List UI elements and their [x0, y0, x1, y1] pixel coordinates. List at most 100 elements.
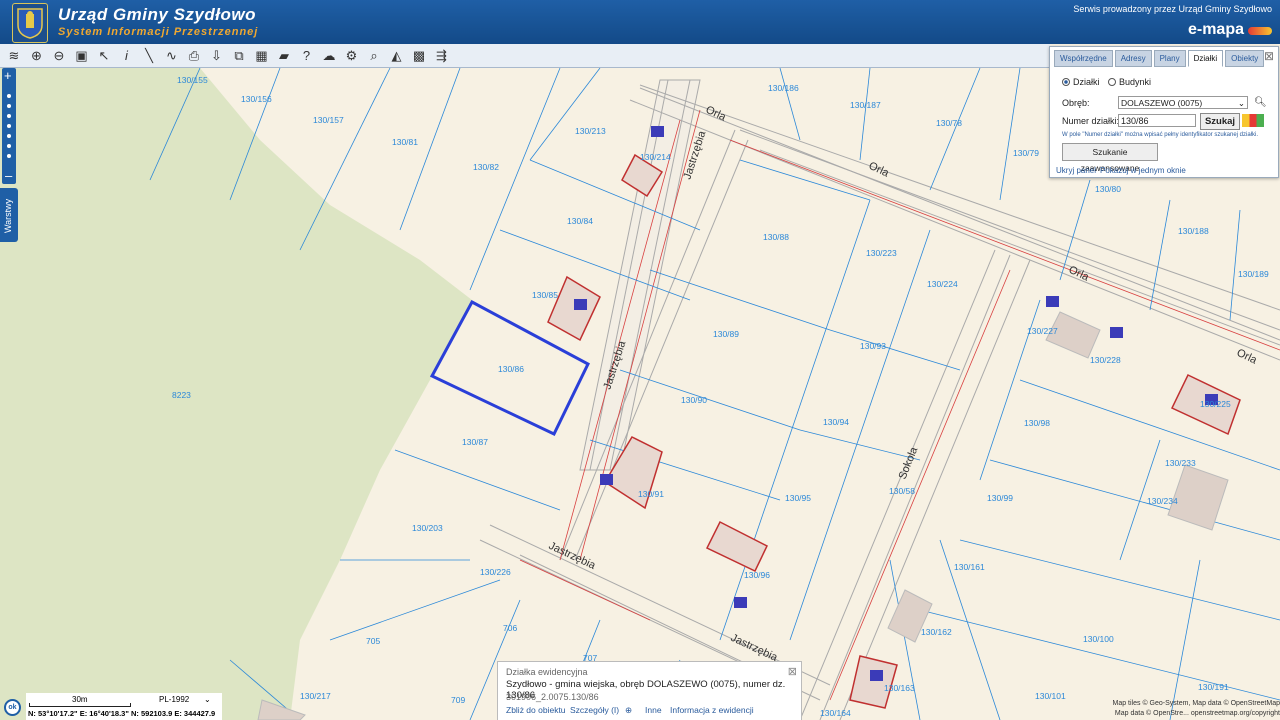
parcel-label[interactable]: 130/90	[681, 395, 707, 405]
layout-icon[interactable]: ⧉	[229, 46, 249, 66]
advanced-search-button[interactable]: Szukanie zaawansowane	[1062, 143, 1158, 173]
zoom-level-dot[interactable]	[7, 114, 11, 118]
obreb-select[interactable]: DOLASZEWO (0075) ⌄	[1118, 96, 1248, 109]
zoom-in-button[interactable]: +	[4, 68, 12, 83]
parcel-label[interactable]: 130/188	[1178, 226, 1209, 236]
parcel-label[interactable]: 130/98	[1024, 418, 1050, 428]
parcel-label[interactable]: 130/86	[498, 364, 524, 374]
parcel-label[interactable]: 706	[503, 623, 517, 633]
parcel-label[interactable]: 130/224	[927, 279, 958, 289]
single-window-link[interactable]: Pokazuj w jednym oknie	[1100, 166, 1186, 175]
download-icon[interactable]: ⇩	[207, 46, 227, 66]
zoom-out-icon[interactable]: ⊖	[49, 46, 69, 66]
parcel-label[interactable]: 130/233	[1165, 458, 1196, 468]
parcel-label[interactable]: 130/189	[1238, 269, 1269, 279]
select-icon[interactable]: ↖	[94, 46, 114, 66]
attribution-line-1[interactable]: Map tiles © Geo-System, Map data © OpenS…	[1086, 699, 1280, 709]
tab-obiekty[interactable]: Obiekty	[1225, 50, 1265, 67]
parcel-label[interactable]: 130/99	[987, 493, 1013, 503]
parcel-label[interactable]: 130/217	[300, 691, 331, 701]
zoom-level-dot[interactable]	[7, 104, 11, 108]
parcel-label[interactable]: 130/164	[820, 708, 851, 718]
settings-icon[interactable]: ⚙	[342, 46, 362, 66]
zoom-level-dot[interactable]	[7, 144, 11, 148]
parcel-label[interactable]: 130/155	[177, 75, 208, 85]
parcel-label[interactable]: 130/234	[1147, 496, 1178, 506]
search-button[interactable]: Szukaj	[1200, 113, 1240, 130]
parcel-label[interactable]: 705	[366, 636, 380, 646]
upload-icon[interactable]: ☁	[319, 46, 339, 66]
parcel-label[interactable]: 130/101	[1035, 691, 1066, 701]
share-icon[interactable]: ⇶	[432, 46, 452, 66]
parcel-label[interactable]: 130/87	[462, 437, 488, 447]
parcel-label[interactable]: 130/96	[744, 570, 770, 580]
zoom-level-dot[interactable]	[7, 134, 11, 138]
parcel-label[interactable]: 130/85	[532, 290, 558, 300]
parcel-label[interactable]: 8223	[172, 390, 191, 400]
parcel-label[interactable]: 130/88	[763, 232, 789, 242]
parcel-label[interactable]: 130/187	[850, 100, 881, 110]
triangle-icon[interactable]: ◭	[387, 46, 407, 66]
parcel-label[interactable]: 130/95	[785, 493, 811, 503]
zoom-out-button[interactable]: –	[5, 168, 12, 183]
measure-area-icon[interactable]: ∿	[162, 46, 182, 66]
tab-adresy[interactable]: Adresy	[1114, 50, 1152, 67]
close-icon[interactable]: ⊠	[788, 665, 797, 678]
layers-panel-tab[interactable]: Warstwy	[0, 188, 18, 242]
zoom-level-dot[interactable]	[7, 154, 11, 158]
other-link[interactable]: Inne	[645, 705, 662, 715]
parcel-label[interactable]: 130/162	[921, 627, 952, 637]
parcel-label[interactable]: 130/214	[640, 152, 671, 162]
parcel-label[interactable]: 130/226	[480, 567, 511, 577]
parcel-label[interactable]: 130/203	[412, 523, 443, 533]
parcel-label[interactable]: 130/78	[936, 118, 962, 128]
table-icon[interactable]: ▦	[252, 46, 272, 66]
status-colors-icon[interactable]	[1242, 114, 1264, 127]
parcel-label[interactable]: 130/213	[575, 126, 606, 136]
parcel-label[interactable]: 130/191	[1198, 682, 1229, 692]
hide-panel-link[interactable]: Ukryj panel	[1056, 166, 1096, 175]
zoom-level-dot[interactable]	[7, 124, 11, 128]
close-icon[interactable]: ⊠	[1264, 49, 1274, 63]
comment-icon[interactable]: ▰	[274, 46, 294, 66]
zoom-level-dot[interactable]	[7, 94, 11, 98]
add-icon[interactable]: ⊕	[625, 705, 632, 716]
parcel-label[interactable]: 130/94	[823, 417, 849, 427]
help-icon[interactable]: ?	[297, 46, 317, 66]
parcel-label[interactable]: 130/84	[567, 216, 593, 226]
parcel-label[interactable]: 130/157	[313, 115, 344, 125]
parcel-label[interactable]: 130/228	[1090, 355, 1121, 365]
attribution-line-2[interactable]: Map data © OpenStre... openstreetmap.org…	[1086, 709, 1280, 719]
emapa-brand[interactable]: e-mapa	[1188, 21, 1244, 39]
details-link[interactable]: Szczegóły (I)	[570, 705, 619, 715]
tab-wspolrzedne[interactable]: Współrzędne	[1054, 50, 1113, 67]
find-icon[interactable]: ⌕	[364, 46, 384, 66]
radio-dzialki[interactable]: Działki	[1062, 77, 1100, 87]
parcel-label[interactable]: 130/80	[1095, 184, 1121, 194]
parcel-label[interactable]: 130/58	[889, 486, 915, 496]
crs-select[interactable]: PL-1992	[159, 695, 189, 704]
parcel-label[interactable]: 130/82	[473, 162, 499, 172]
search-icon[interactable]: 🔍︎	[1254, 97, 1267, 108]
parcel-label[interactable]: 130/163	[884, 683, 915, 693]
parcel-label[interactable]: 130/89	[713, 329, 739, 339]
parcel-label[interactable]: 130/100	[1083, 634, 1114, 644]
zoom-in-icon[interactable]: ⊕	[27, 46, 47, 66]
parcel-label[interactable]: 130/81	[392, 137, 418, 147]
zoom-extent-icon[interactable]: ▣	[72, 46, 92, 66]
tiles-icon[interactable]: ▩	[409, 46, 429, 66]
parcel-label[interactable]: 130/91	[638, 489, 664, 499]
parcel-label[interactable]: 709	[451, 695, 465, 705]
parcel-label[interactable]: 130/223	[866, 248, 897, 258]
measure-line-icon[interactable]: ╲	[139, 46, 159, 66]
layers-icon[interactable]: ≋	[4, 46, 24, 66]
parcel-label[interactable]: 130/93	[860, 341, 886, 351]
radio-budynki[interactable]: Budynki	[1108, 77, 1151, 87]
parcel-label[interactable]: 130/161	[954, 562, 985, 572]
chevron-down-icon[interactable]: ⌄	[204, 695, 211, 704]
numer-dzialki-input[interactable]: 130/86	[1118, 114, 1196, 127]
parcel-label[interactable]: 130/156	[241, 94, 272, 104]
parcel-label[interactable]: 130/186	[768, 83, 799, 93]
print-icon[interactable]: ⎙	[184, 46, 204, 66]
parcel-label[interactable]: 130/225	[1200, 399, 1231, 409]
